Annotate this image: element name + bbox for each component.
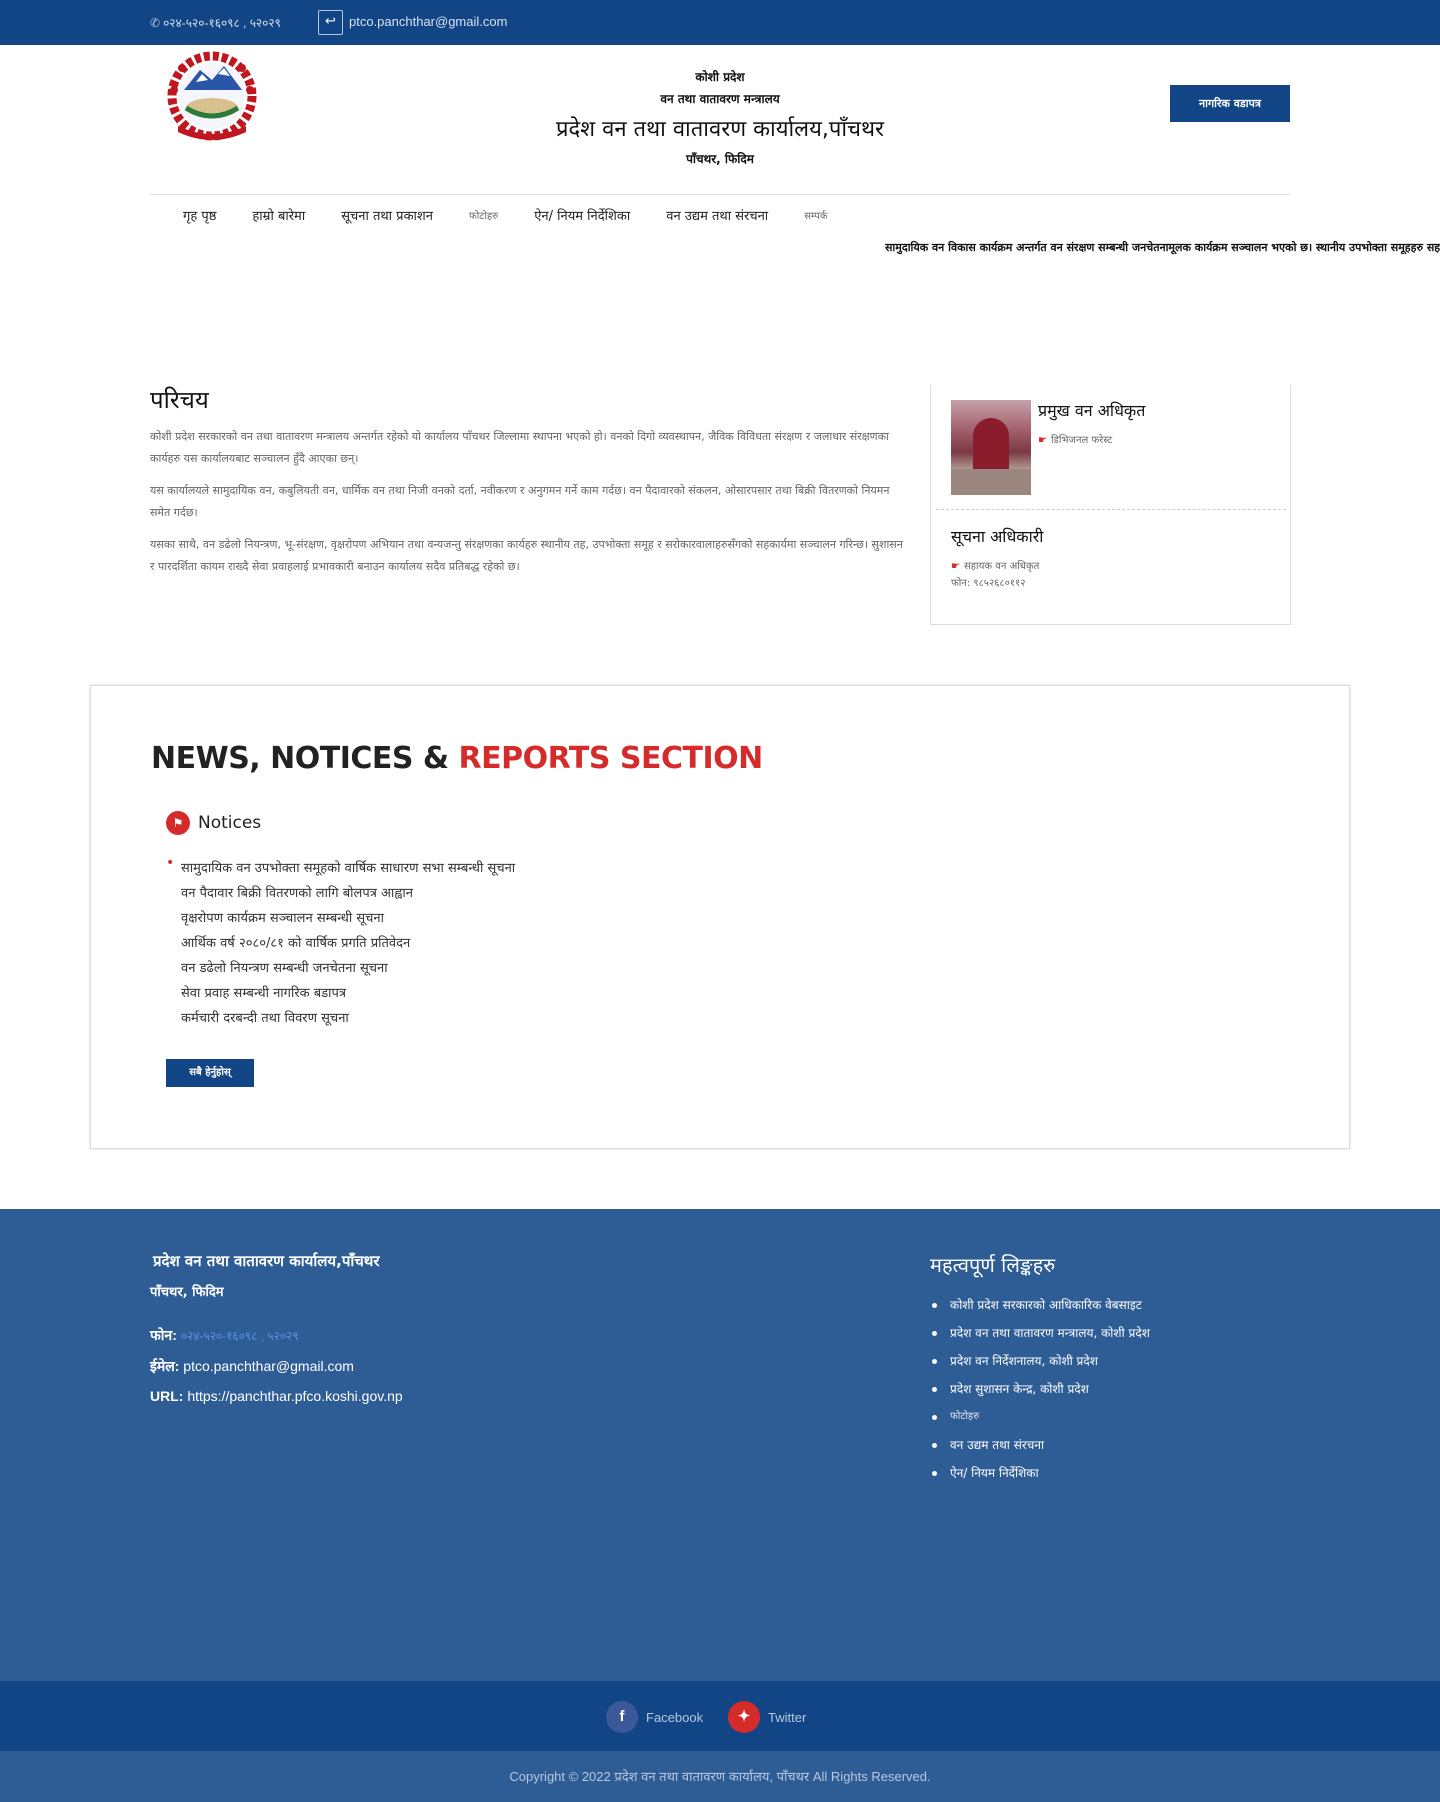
notice-item[interactable]: वन पैदावार बिक्री वितरणको लागि बोलपत्र आ… (166, 881, 515, 906)
notice-item[interactable]: आर्थिक वर्ष २०८०/८१ को वार्षिक प्रगति प्… (166, 931, 515, 956)
facebook-label: Facebook (646, 1709, 704, 1725)
important-links-heading: महत्वपूर्ण लिङ्कहरु (930, 1253, 1056, 1277)
official-1-name: प्रमुख वन अधिकृत (1038, 401, 1146, 420)
citizen-charter-button[interactable]: नागरिक वडापत्र (1170, 85, 1290, 122)
footer-link-item[interactable]: कोशी प्रदेश सरकारको आधिकारिक वेबसाइट (930, 1298, 1290, 1312)
footer-link-item[interactable]: प्रदेश वन तथा वातावरण मन्त्रालय, कोशी प्… (930, 1326, 1290, 1340)
about-paragraph-2: यस कार्यालयले सामुदायिक वन, कबुलियती वन,… (150, 484, 890, 519)
notice-item[interactable]: वन डढेलो नियन्त्रण सम्बन्धी जनचेतना सूचन… (166, 956, 515, 981)
footer-link-item[interactable]: प्रदेश सुशासन केन्द्र, कोशी प्रदेश (930, 1382, 1290, 1396)
notice-item[interactable]: कर्मचारी दरबन्दी तथा विवरण सूचना (166, 1006, 515, 1031)
official-2-name: सूचना अधिकारी (951, 527, 1044, 546)
official-photo-desk (951, 469, 1031, 495)
notices-tab[interactable]: ⚑ Notices (166, 811, 261, 835)
reply-icon[interactable]: ↩ (318, 10, 343, 35)
nav-item-5[interactable]: वन उद्यम तथा संरचना (648, 206, 786, 236)
footer-url-link[interactable]: https://panchthar.pfco.koshi.gov.np (187, 1388, 402, 1404)
news-title-part-b: REPORTS SECTION (458, 741, 764, 776)
nav-item-6[interactable]: सम्पर्क (786, 206, 845, 236)
notice-item[interactable]: सेवा प्रवाह सम्बन्धी नागरिक बडापत्र (166, 981, 515, 1006)
footer-phone: फोन: ०२४-५२०-१६०९८ , ५२०२९ (150, 1326, 299, 1345)
nav-item-0[interactable]: गृह पृष्ठ (150, 206, 234, 236)
nav-item-3[interactable]: फोटोहरु (451, 206, 516, 236)
footer-phone-link[interactable]: ०२४-५२०-१६०९८ , ५२०२९ (181, 1329, 299, 1343)
notice-item[interactable]: सामुदायिक वन उपभोक्ता समूहको वार्षिक साध… (166, 851, 515, 881)
official-2-phone: फोन: ९८५२६८०११२ (951, 578, 1026, 589)
notice-list: सामुदायिक वन उपभोक्ता समूहको वार्षिक साध… (166, 851, 515, 1031)
official-1-role-text: डिभिजनल फरेस्ट (1050, 435, 1113, 446)
social-bar: f Facebook ✦ Twitter (0, 1681, 1440, 1751)
nav-item-4[interactable]: ऐन/ नियम निर्देशिका (516, 206, 648, 236)
top-email[interactable]: ptco.panchthar@gmail.com (349, 14, 507, 29)
facebook-link[interactable]: f Facebook (606, 1701, 703, 1733)
header-ministry: वन तथा वातावरण मन्त्रालय (660, 92, 780, 106)
facebook-icon: f (606, 1701, 638, 1733)
officials-divider (936, 509, 1286, 510)
nav-divider (150, 194, 1290, 195)
footer-link-item[interactable]: वन उद्यम तथा संरचना (930, 1438, 1290, 1452)
footer: प्रदेश वन तथा वातावरण कार्यालय,पाँचथर पा… (0, 1209, 1440, 1681)
official-2-role-text: सहायक वन अधिकृत (963, 561, 1040, 572)
nav-item-2[interactable]: सूचना तथा प्रकाशन (323, 206, 451, 236)
footer-url: URL: https://panchthar.pfco.koshi.gov.np (150, 1388, 403, 1404)
top-bar: ✆ ०२४-५२०-१६०९८ , ५२०२९ ↩ ptco.panchthar@… (0, 0, 1440, 45)
official-photo[interactable] (951, 400, 1031, 495)
important-links-list: कोशी प्रदेश सरकारको आधिकारिक वेबसाइट प्रद… (930, 1298, 1290, 1494)
main-nav: गृह पृष्ठ हाम्रो बारेमा सूचना तथा प्रकाशन फ… (150, 206, 846, 236)
twitter-icon: ✦ (728, 1701, 760, 1733)
nepal-emblem-logo[interactable] (160, 50, 265, 142)
footer-office-name: प्रदेश वन तथा वातावरण कार्यालय,पाँचथर (153, 1252, 380, 1270)
top-phone-text: ०२४-५२०-१६०९८ , ५२०२९ (163, 16, 281, 30)
footer-link-item[interactable]: प्रदेश वन निर्देशनालय, कोशी प्रदेश (930, 1354, 1290, 1368)
footer-url-label: URL: (150, 1388, 184, 1404)
official-1-role: ☛ डिभिजनल फरेस्ट (1038, 432, 1112, 446)
notice-item[interactable]: वृक्षरोपण कार्यक्रम सञ्चालन सम्बन्धी सूच… (166, 906, 515, 931)
copyright: Copyright © 2022 प्रदेश वन तथा वातावरण क… (0, 1751, 1440, 1802)
phone-icon: ✆ (150, 16, 161, 30)
header-center: कोशी प्रदेश वन तथा वातावरण मन्त्रालय प्र… (470, 66, 970, 170)
header-province: कोशी प्रदेश (695, 70, 745, 84)
footer-location: पाँचथर, फिदिम (150, 1285, 224, 1300)
nav-item-1[interactable]: हाम्रो बारेमा (234, 206, 323, 236)
twitter-label: Twitter (768, 1709, 807, 1725)
officials-panel: प्रमुख वन अधिकृत ☛ डिभिजनल फरेस्ट सूचना अ… (930, 385, 1291, 625)
news-ticker[interactable]: सामुदायिक वन विकास कार्यक्रम अन्तर्गत वन… (885, 240, 1440, 260)
notices-tab-label: Notices (198, 813, 262, 833)
footer-email: ईमेल: ptco.panchthar@gmail.com (150, 1357, 354, 1376)
footer-email-label: ईमेल: (150, 1358, 180, 1374)
official-2-role: ☛ सहायक वन अधिकृत (951, 558, 1039, 572)
view-all-button[interactable]: सबै हेर्नुहोस् (166, 1059, 254, 1087)
header-location: पाँचथर, फिदिम (686, 152, 754, 166)
about-paragraph-1: कोशी प्रदेश सरकारको वन तथा वातावरण मन्त्… (150, 430, 889, 465)
footer-email-link[interactable]: ptco.panchthar@gmail.com (183, 1358, 354, 1374)
site-title: प्रदेश वन तथा वातावरण कार्यालय,पाँचथर (555, 117, 885, 142)
news-section-title: NEWS, NOTICES & REPORTS SECTION (151, 741, 763, 776)
about-heading: परिचय (150, 386, 209, 414)
top-phone[interactable]: ✆ ०२४-५२०-१६०९८ , ५२०२९ (150, 14, 281, 31)
about-paragraph-3: यसका साथै, वन डढेलो नियन्त्रण, भू-संरक्ष… (150, 538, 903, 573)
news-section: NEWS, NOTICES & REPORTS SECTION ⚑ Notice… (90, 685, 1350, 1149)
footer-link-item[interactable]: ऐन/ नियम निर्देशिका (930, 1466, 1290, 1480)
footer-phone-label: फोन: (150, 1327, 177, 1343)
footer-link-item[interactable]: फोटोहरु (930, 1410, 1290, 1424)
pointing-hand-icon: ☛ (1038, 435, 1047, 446)
twitter-link[interactable]: ✦ Twitter (728, 1701, 806, 1733)
news-title-part-a: NEWS, NOTICES & (151, 741, 459, 776)
pointing-hand-icon: ☛ (951, 561, 960, 572)
flag-icon: ⚑ (166, 811, 190, 835)
